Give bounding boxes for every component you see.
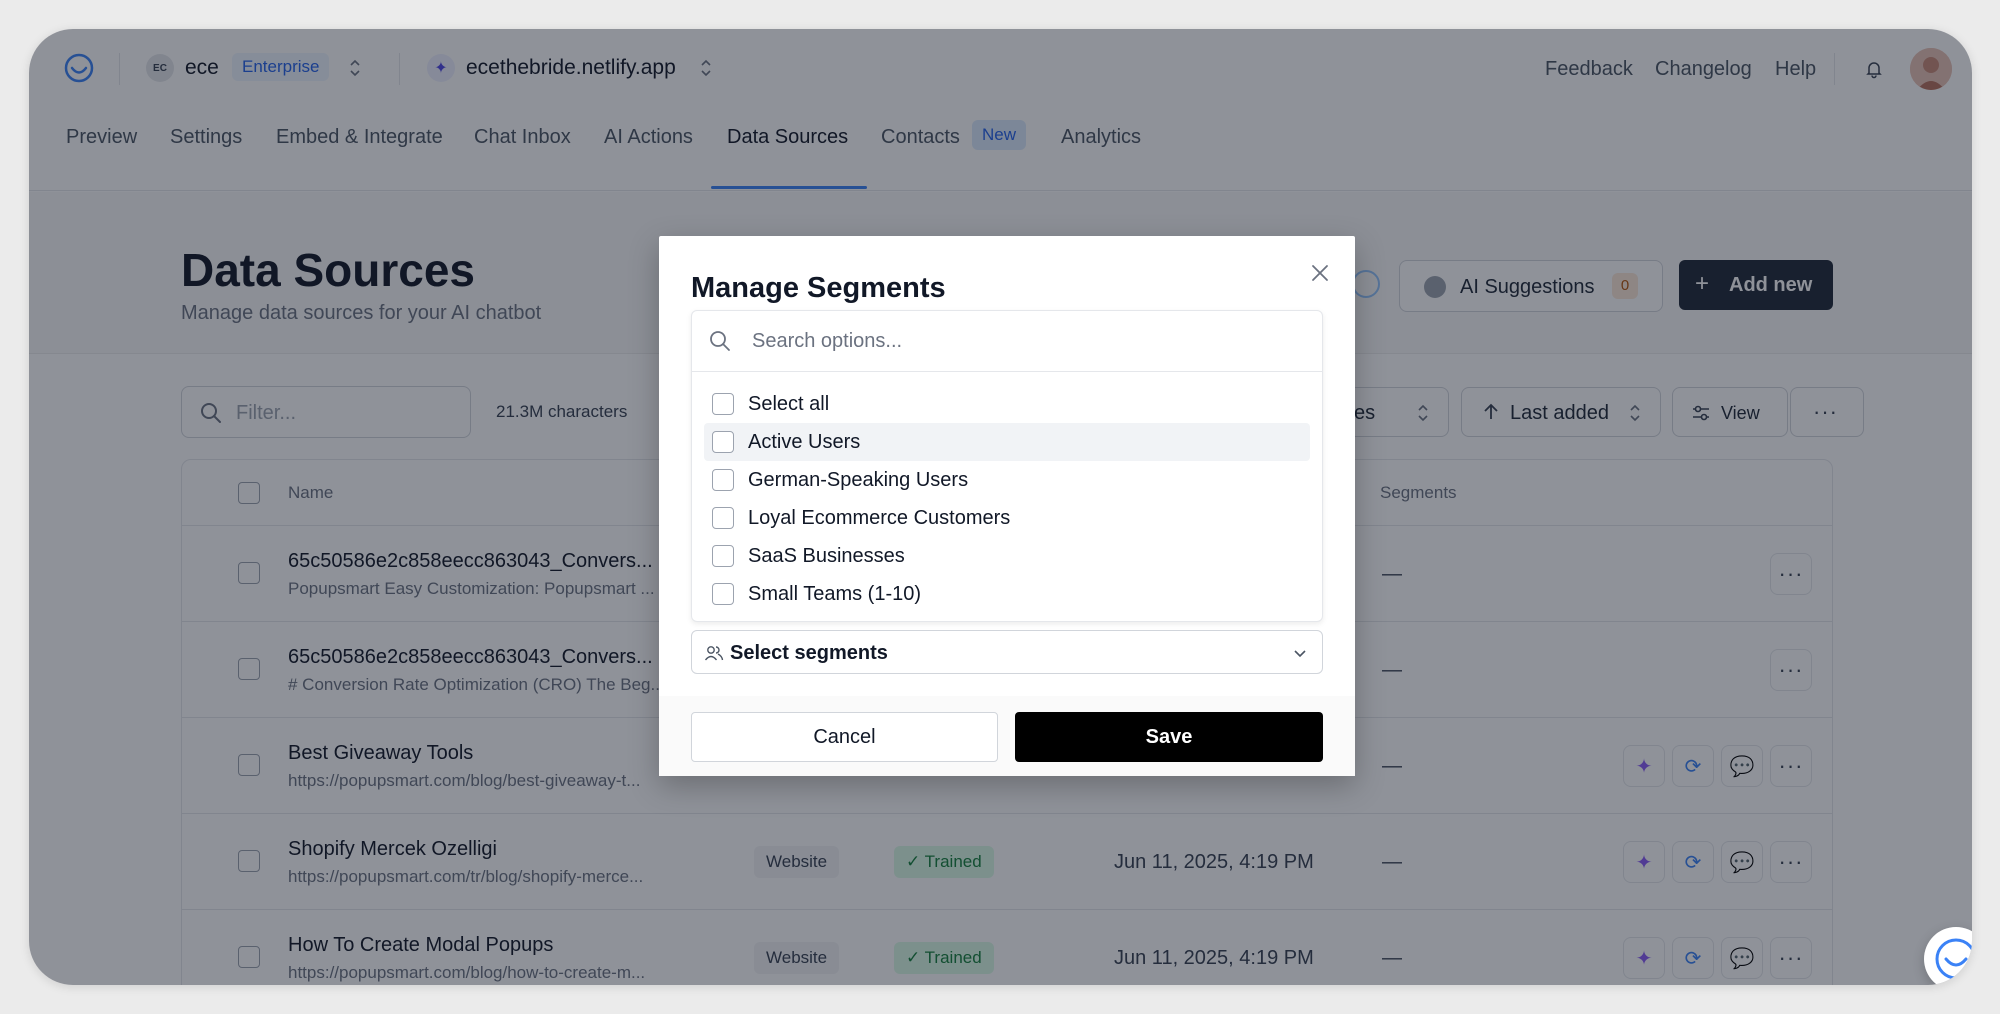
- option-label: Active Users: [748, 431, 861, 453]
- option-label: German-Speaking Users: [748, 469, 969, 491]
- option-label: Select all: [748, 393, 830, 415]
- save-button[interactable]: Save: [1015, 712, 1323, 762]
- chevron-down-icon: [1294, 650, 1306, 658]
- option-small-teams[interactable]: Small Teams (1-10): [704, 575, 1310, 613]
- dropdown-search: [692, 311, 1322, 372]
- segments-dropdown: Select all Active Users German-Speaking …: [691, 310, 1323, 622]
- option-select-all[interactable]: Select all: [704, 385, 1310, 423]
- option-checkbox[interactable]: [712, 583, 734, 605]
- segments-search-input[interactable]: [752, 326, 1292, 356]
- option-saas-businesses[interactable]: SaaS Businesses: [704, 537, 1310, 575]
- option-checkbox[interactable]: [712, 545, 734, 567]
- option-german-speaking-users[interactable]: German-Speaking Users: [704, 461, 1310, 499]
- option-checkbox[interactable]: [712, 393, 734, 415]
- option-checkbox[interactable]: [712, 507, 734, 529]
- option-loyal-ecommerce-customers[interactable]: Loyal Ecommerce Customers: [704, 499, 1310, 537]
- close-icon: [1312, 265, 1328, 281]
- option-checkbox[interactable]: [712, 469, 734, 491]
- select-segments-trigger[interactable]: Select segments: [691, 630, 1323, 674]
- smile-logo-icon: [1935, 938, 1972, 980]
- select-segments-label: Select segments: [730, 642, 888, 664]
- option-checkbox[interactable]: [712, 431, 734, 453]
- cancel-button[interactable]: Cancel: [691, 712, 998, 762]
- modal-footer: Cancel Save: [659, 696, 1355, 776]
- option-label: SaaS Businesses: [748, 545, 905, 567]
- option-active-users[interactable]: Active Users: [704, 423, 1310, 461]
- manage-segments-modal: Manage Segments Select all Active Users …: [659, 236, 1355, 776]
- modal-title: Manage Segments: [691, 272, 946, 304]
- close-button[interactable]: [1307, 260, 1333, 286]
- search-icon: [710, 331, 730, 351]
- option-label: Loyal Ecommerce Customers: [748, 507, 1011, 529]
- users-icon: [704, 646, 724, 661]
- option-label: Small Teams (1-10): [748, 583, 922, 605]
